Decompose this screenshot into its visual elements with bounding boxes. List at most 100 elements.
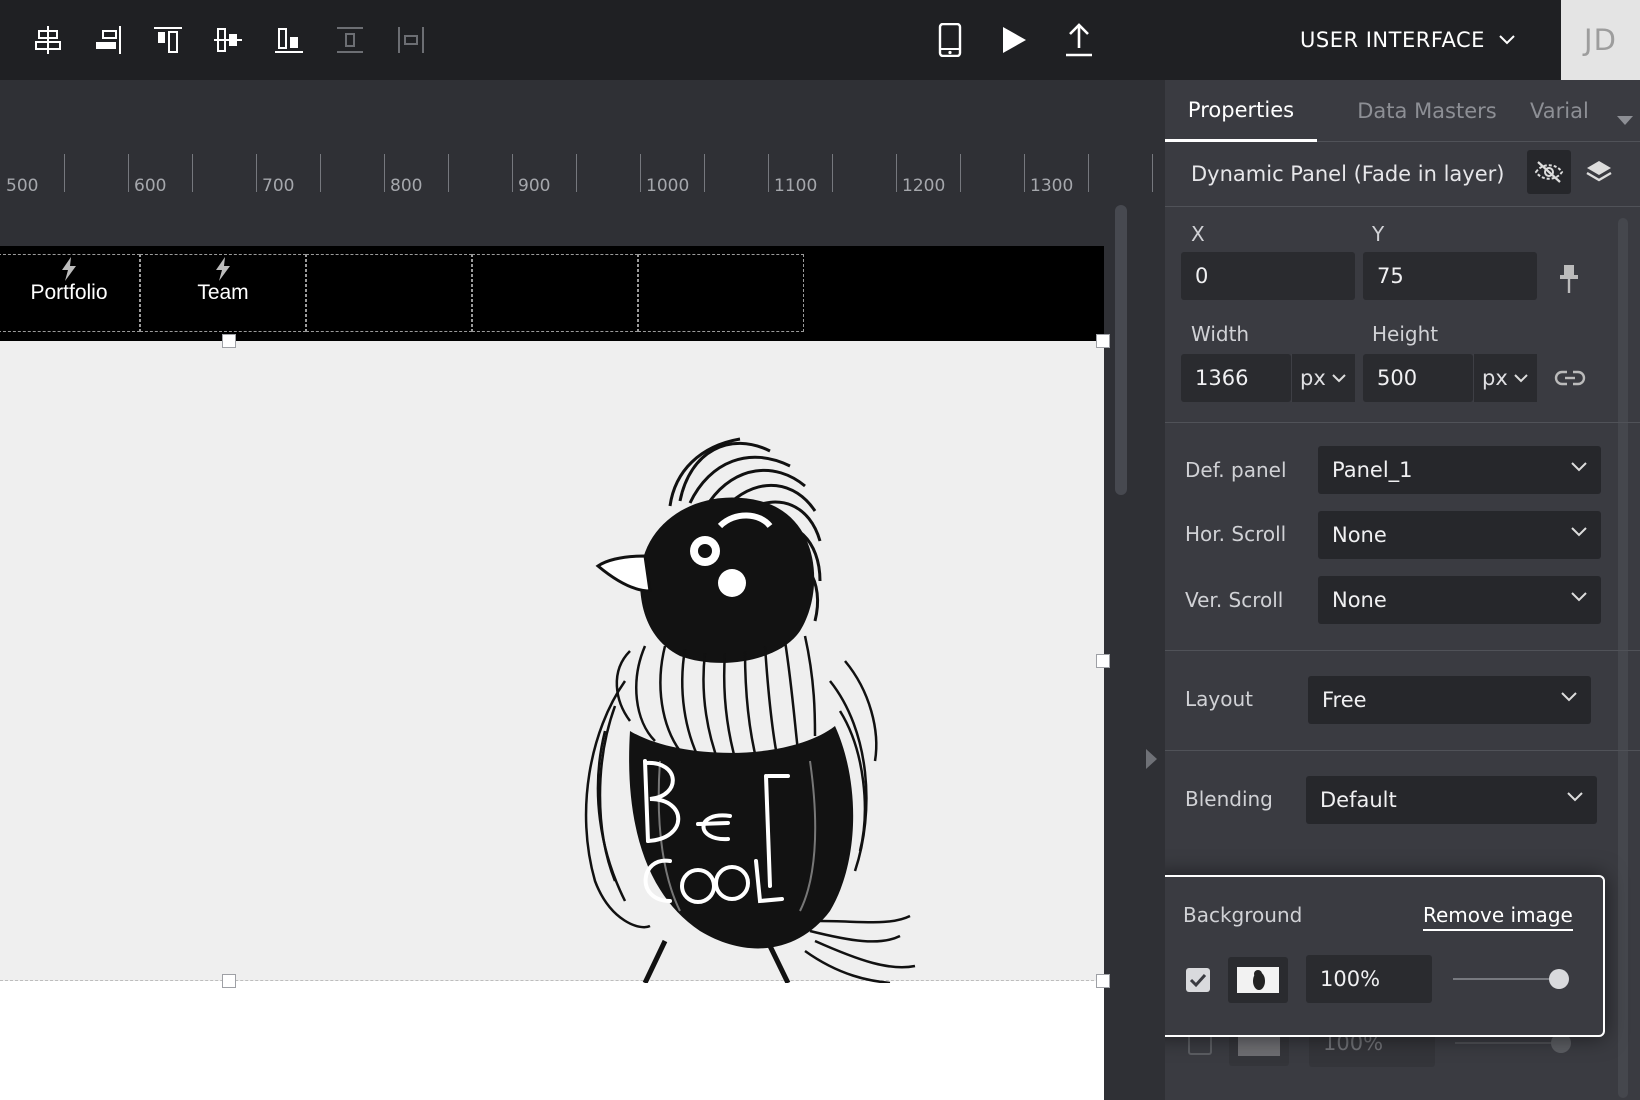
resize-handle[interactable] [1096,974,1110,988]
nav-item-label: Portfolio [30,281,108,304]
distribute-vertical-icon[interactable] [325,14,375,66]
def-panel-select[interactable]: Panel_1 [1318,446,1601,494]
app-window: USER INTERFACE JD 500 600 700 800 900 1000 110… [0,0,1640,1100]
align-right-icon[interactable] [83,14,133,66]
x-input[interactable]: 0 [1181,252,1355,300]
distribute-horizontal-icon[interactable] [386,14,436,66]
link-icon[interactable] [1554,368,1586,388]
resize-handle[interactable] [1096,654,1110,668]
play-icon[interactable] [989,14,1039,66]
tab-properties[interactable]: Properties [1165,80,1317,142]
select-value: Panel_1 [1332,458,1413,482]
ruler-label: 1100 [774,176,818,196]
chevron-down-icon [1571,592,1587,602]
nav-item-portfolio[interactable]: Portfolio [0,254,140,332]
background-layer-2-slider[interactable] [1455,1042,1563,1044]
slider-knob[interactable] [1549,969,1569,989]
ruler-label: 800 [390,176,423,196]
chevron-down-icon [1514,373,1528,382]
layers-button[interactable] [1577,150,1621,194]
background-layer-1-checkbox[interactable] [1186,968,1210,992]
nav-item-empty[interactable] [638,254,804,332]
tab-data-masters[interactable]: Data Masters [1337,80,1517,142]
ruler-tick [896,154,897,192]
pin-icon[interactable] [1557,263,1581,295]
align-top-icon[interactable] [143,14,193,66]
background-label: Background [1183,903,1303,927]
dynamic-panel-fade-in-layer[interactable] [0,341,1104,983]
select-value: None [1332,523,1387,547]
unit-label: px [1482,366,1508,390]
ruler-label: 900 [518,176,551,196]
remove-image-link[interactable]: Remove image [1423,903,1573,931]
unit-label: px [1300,366,1326,390]
width-label: Width [1191,322,1250,346]
chevron-down-icon [1571,462,1587,472]
page-artboard[interactable]: Portfolio Team [0,246,1110,1100]
select-value: Default [1320,788,1397,812]
nav-item-empty[interactable] [472,254,638,332]
width-input[interactable]: 1366 [1181,354,1291,402]
selected-element-title: Dynamic Panel (Fade in layer) [1191,162,1505,186]
resize-handle[interactable] [1096,334,1110,348]
layout-select[interactable]: Free [1308,676,1591,724]
blending-select[interactable]: Default [1306,776,1597,824]
checkmark-icon [1189,973,1207,988]
collapse-panel-arrow-icon[interactable] [1146,749,1157,769]
ruler-tick [448,154,449,192]
ruler-label: 700 [262,176,295,196]
panel-tabs: Properties Data Masters Varial [1165,80,1640,142]
properties-scrollbar[interactable] [1618,218,1628,1098]
height-unit-select[interactable]: px [1473,354,1537,402]
tab-variables[interactable]: Varial [1530,80,1620,142]
nav-item-label: Team [197,281,249,304]
eye-off-icon [1534,161,1564,183]
background-layer-1-slider[interactable] [1453,978,1559,980]
ruler-label: 1300 [1030,176,1074,196]
ver-scroll-label: Ver. Scroll [1185,588,1284,612]
divider [1165,206,1640,207]
ruler-tick [1024,154,1025,192]
align-middle-vertical-icon[interactable] [203,14,253,66]
background-layer-1-opacity[interactable]: 100% [1306,955,1432,1003]
lightning-icon [62,257,76,281]
design-canvas[interactable]: 500 600 700 800 900 1000 1100 1200 1300 Portfoli… [0,80,1165,1100]
canvas-vertical-scrollbar[interactable] [1115,205,1127,495]
select-value: Free [1322,688,1367,712]
hor-scroll-select[interactable]: None [1318,511,1601,559]
ver-scroll-select[interactable]: None [1318,576,1601,624]
height-input[interactable]: 500 [1363,354,1473,402]
nav-item-empty[interactable] [306,254,472,332]
background-layer-1-thumbnail[interactable] [1228,957,1288,1003]
resize-handle[interactable] [222,334,236,348]
ruler-tick [512,154,513,192]
select-value: None [1332,588,1387,612]
def-panel-label: Def. panel [1185,458,1287,482]
ruler-tick [64,154,65,192]
site-navbar[interactable]: Portfolio Team [0,246,1104,341]
mode-dropdown[interactable]: USER INTERFACE [1300,20,1515,60]
align-bottom-icon[interactable] [264,14,314,66]
chevron-down-icon [1567,792,1583,802]
mobile-preview-icon[interactable] [925,14,975,66]
tabs-overflow-icon[interactable] [1617,116,1633,125]
align-center-horizontal-icon[interactable] [23,14,73,66]
resize-handle[interactable] [222,974,236,988]
nav-item-team[interactable]: Team [140,254,306,332]
ruler-tick [832,154,833,192]
chevron-down-icon [1571,527,1587,537]
y-input[interactable]: 75 [1363,252,1537,300]
bird-illustration [584,437,916,983]
blending-label: Blending [1185,787,1273,811]
layers-icon [1586,161,1612,182]
upload-icon[interactable] [1054,14,1104,66]
height-label: Height [1372,322,1439,346]
properties-panel: Properties Data Masters Varial Dynamic P… [1165,80,1640,1100]
width-unit-select[interactable]: px [1291,354,1355,402]
hide-element-button[interactable] [1527,150,1571,194]
avatar[interactable]: JD [1561,0,1640,80]
ruler-label: 1000 [646,176,690,196]
x-label: X [1191,222,1205,246]
divider [1165,650,1640,651]
chevron-down-icon [1332,373,1346,382]
